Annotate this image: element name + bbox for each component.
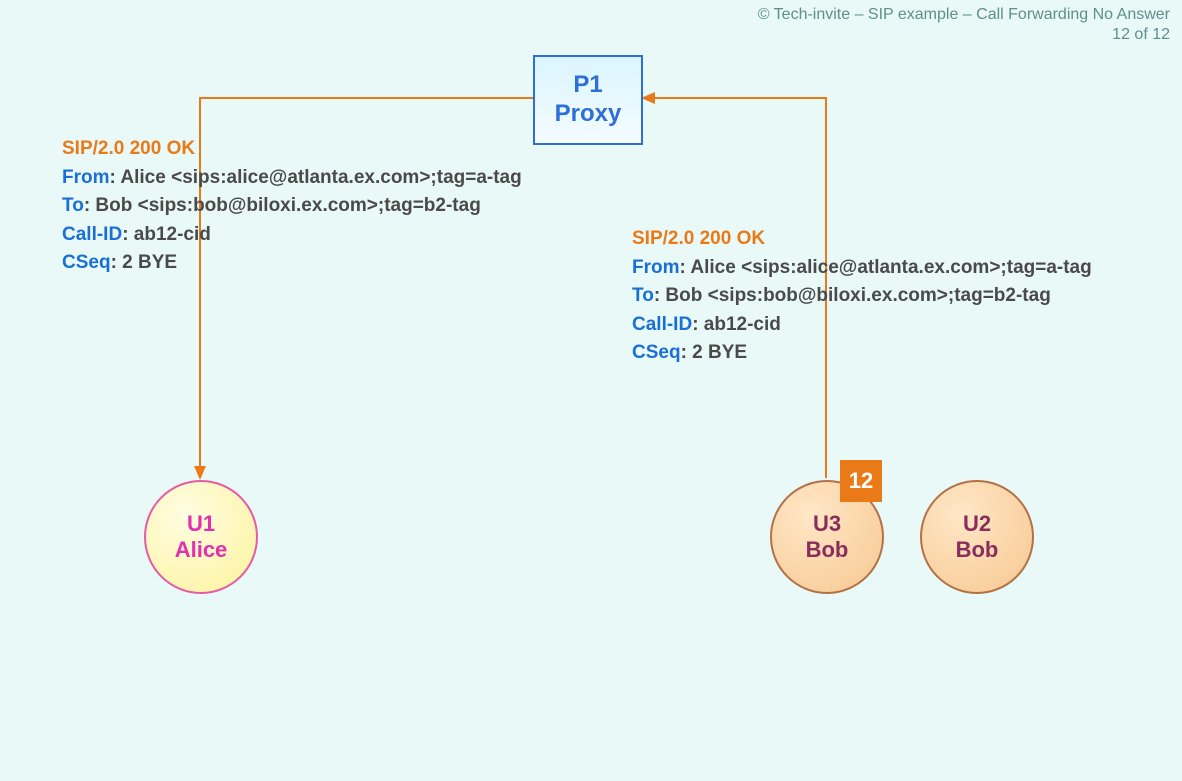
cseq-key: CSeq [62, 252, 111, 273]
to-val: : Bob <sips:bob@biloxi.ex.com>;tag=b2-ta… [654, 285, 1051, 306]
proxy-line2: Proxy [555, 100, 622, 129]
to-val: : Bob <sips:bob@biloxi.ex.com>;tag=b2-ta… [84, 195, 481, 216]
proxy-line1: P1 [573, 71, 602, 100]
from-val: : Alice <sips:alice@atlanta.ex.com>;tag=… [680, 257, 1092, 278]
cseq-val: : 2 BYE [111, 252, 178, 273]
sip-message-left: SIP/2.0 200 OK From: Alice <sips:alice@a… [62, 135, 522, 278]
node-line1: U1 [187, 511, 215, 537]
cseq-key: CSeq [632, 342, 681, 363]
node-line2: Alice [175, 537, 228, 563]
header-line2: 12 of 12 [758, 26, 1170, 44]
header-line1: © Tech-invite – SIP example – Call Forwa… [758, 6, 1170, 24]
node-line1: U2 [963, 511, 991, 537]
callid-val: : ab12-cid [692, 314, 781, 335]
node-u1-alice: U1 Alice [144, 480, 258, 594]
callid-val: : ab12-cid [122, 224, 211, 245]
sip-message-right: SIP/2.0 200 OK From: Alice <sips:alice@a… [632, 225, 1092, 368]
from-key: From [62, 167, 110, 188]
callid-key: Call-ID [632, 314, 692, 335]
node-u2-bob: U2 Bob [920, 480, 1034, 594]
from-val: : Alice <sips:alice@atlanta.ex.com>;tag=… [110, 167, 522, 188]
status-line: SIP/2.0 200 OK [62, 138, 195, 159]
node-line1: U3 [813, 511, 841, 537]
node-line2: Bob [956, 537, 999, 563]
cseq-val: : 2 BYE [681, 342, 748, 363]
step-badge: 12 [840, 460, 882, 502]
status-line: SIP/2.0 200 OK [632, 228, 765, 249]
callid-key: Call-ID [62, 224, 122, 245]
proxy-node: P1 Proxy [533, 55, 643, 145]
to-key: To [62, 195, 84, 216]
from-key: From [632, 257, 680, 278]
node-line2: Bob [806, 537, 849, 563]
header-caption: © Tech-invite – SIP example – Call Forwa… [758, 6, 1170, 44]
to-key: To [632, 285, 654, 306]
